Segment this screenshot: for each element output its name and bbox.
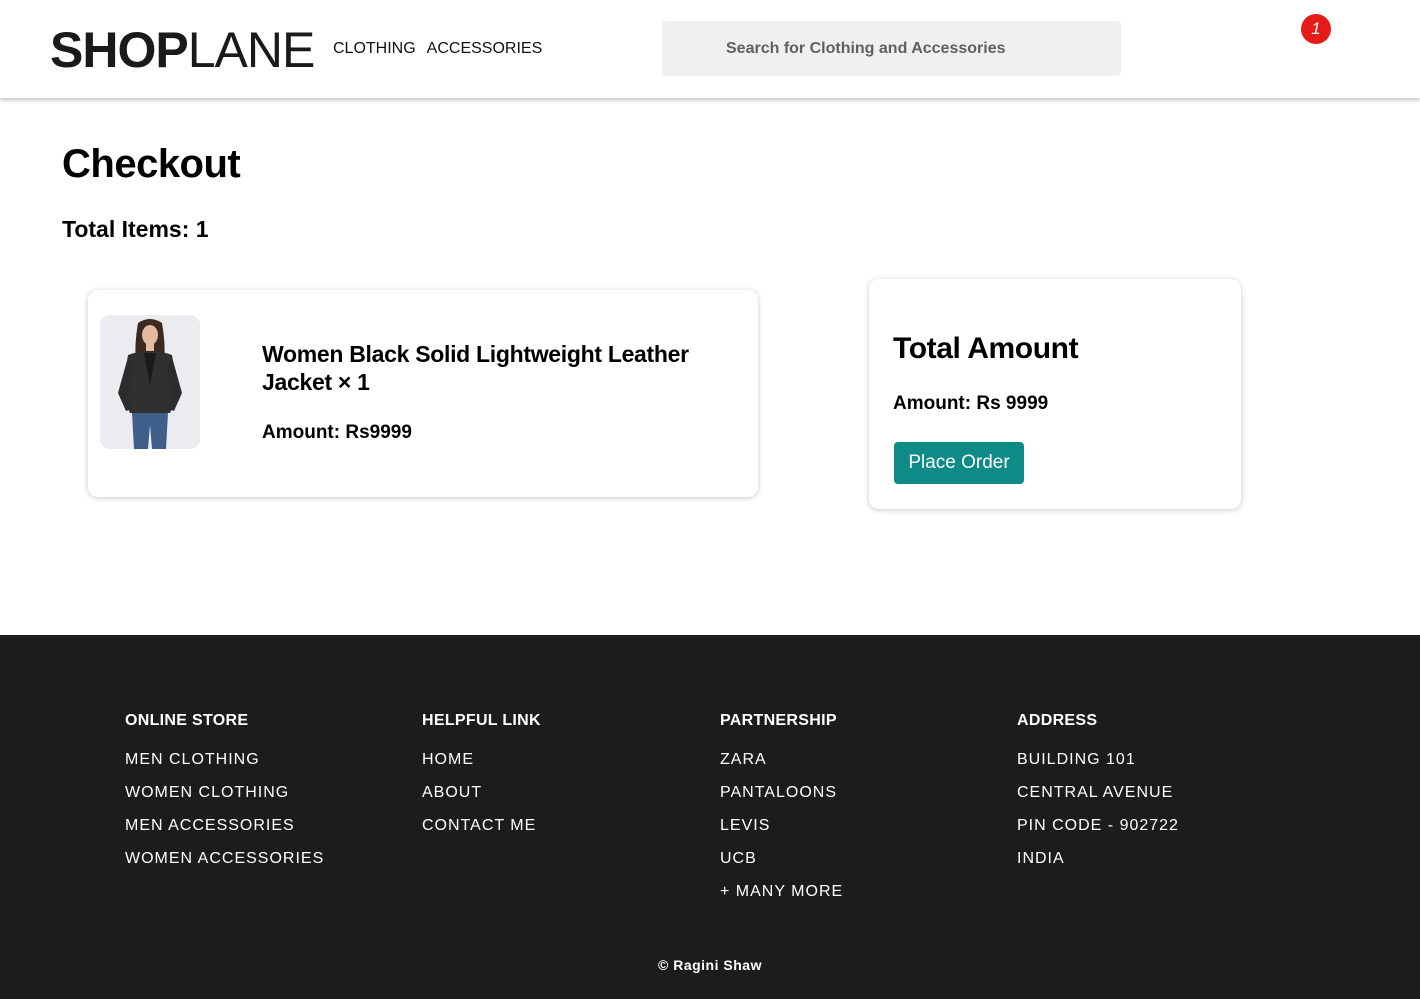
cart-count-badge: 1 bbox=[1301, 14, 1331, 44]
product-thumbnail bbox=[100, 315, 200, 449]
total-items-count: Total Items: 1 bbox=[62, 216, 209, 242]
footer-link-contact[interactable]: CONTACT ME bbox=[422, 809, 541, 842]
footer-link-home[interactable]: HOME bbox=[422, 743, 541, 776]
footer-column-partnership: PARTNERSHIP ZARA PANTALOONS LEVIS UCB + … bbox=[720, 711, 843, 908]
nav-accessories-link[interactable]: ACCESSORIES bbox=[427, 39, 543, 59]
footer-link-levis[interactable]: LEVIS bbox=[720, 809, 843, 842]
shoplane-logo[interactable]: SHOPLANE bbox=[50, 22, 316, 78]
footer-link-men-clothing[interactable]: MEN CLOTHING bbox=[125, 743, 324, 776]
logo-bold-text: SHOP bbox=[50, 22, 189, 78]
footer-link-pantaloons[interactable]: PANTALOONS bbox=[720, 776, 843, 809]
total-amount-value: Amount: Rs 9999 bbox=[893, 393, 1049, 414]
footer-heading: PARTNERSHIP bbox=[720, 712, 837, 729]
product-amount: Amount: Rs9999 bbox=[262, 422, 412, 443]
footer-link-many-more[interactable]: + MANY MORE bbox=[720, 875, 843, 908]
site-header: SHOPLANE CLOTHING ACCESSORIES 1 bbox=[0, 0, 1420, 98]
footer-heading: ADDRESS bbox=[1017, 712, 1098, 729]
footer-link-zara[interactable]: ZARA bbox=[720, 743, 843, 776]
page-title: Checkout bbox=[62, 142, 241, 186]
total-amount-title: Total Amount bbox=[893, 332, 1079, 365]
footer-heading: HELPFUL LINK bbox=[422, 712, 541, 729]
search-input[interactable] bbox=[662, 21, 1121, 76]
footer-link-ucb[interactable]: UCB bbox=[720, 842, 843, 875]
place-order-button[interactable]: Place Order bbox=[894, 442, 1024, 484]
address-line: CENTRAL AVENUE bbox=[1017, 784, 1174, 801]
product-name: Women Black Solid Lightweight Leather Ja… bbox=[262, 341, 689, 395]
footer-link-about[interactable]: ABOUT bbox=[422, 776, 541, 809]
footer-heading: ONLINE STORE bbox=[125, 712, 249, 729]
search-box bbox=[662, 21, 1121, 76]
footer-column-helpful-link: HELPFUL LINK HOME ABOUT CONTACT ME bbox=[422, 711, 541, 842]
nav-clothing-link[interactable]: CLOTHING bbox=[333, 39, 416, 59]
address-line: BUILDING 101 bbox=[1017, 751, 1136, 768]
footer-link-men-accessories[interactable]: MEN ACCESSORIES bbox=[125, 809, 324, 842]
checkout-item-card: Women Black Solid Lightweight Leather Ja… bbox=[88, 290, 758, 497]
copyright-text: © Ragini Shaw bbox=[658, 957, 762, 973]
footer-column-address: ADDRESS BUILDING 101 CENTRAL AVENUE PIN … bbox=[1017, 711, 1179, 875]
site-footer: ONLINE STORE MEN CLOTHING WOMEN CLOTHING… bbox=[0, 635, 1420, 999]
footer-column-online-store: ONLINE STORE MEN CLOTHING WOMEN CLOTHING… bbox=[125, 711, 324, 875]
address-line: INDIA bbox=[1017, 850, 1065, 867]
footer-link-women-clothing[interactable]: WOMEN CLOTHING bbox=[125, 776, 324, 809]
main-nav: CLOTHING ACCESSORIES bbox=[333, 39, 542, 59]
order-summary-card: Total Amount Amount: Rs 9999 Place Order bbox=[869, 279, 1241, 509]
product-image bbox=[100, 315, 200, 449]
logo-light-text: LANE bbox=[187, 22, 316, 78]
address-line: PIN CODE - 902722 bbox=[1017, 817, 1179, 834]
footer-link-women-accessories[interactable]: WOMEN ACCESSORIES bbox=[125, 842, 324, 875]
